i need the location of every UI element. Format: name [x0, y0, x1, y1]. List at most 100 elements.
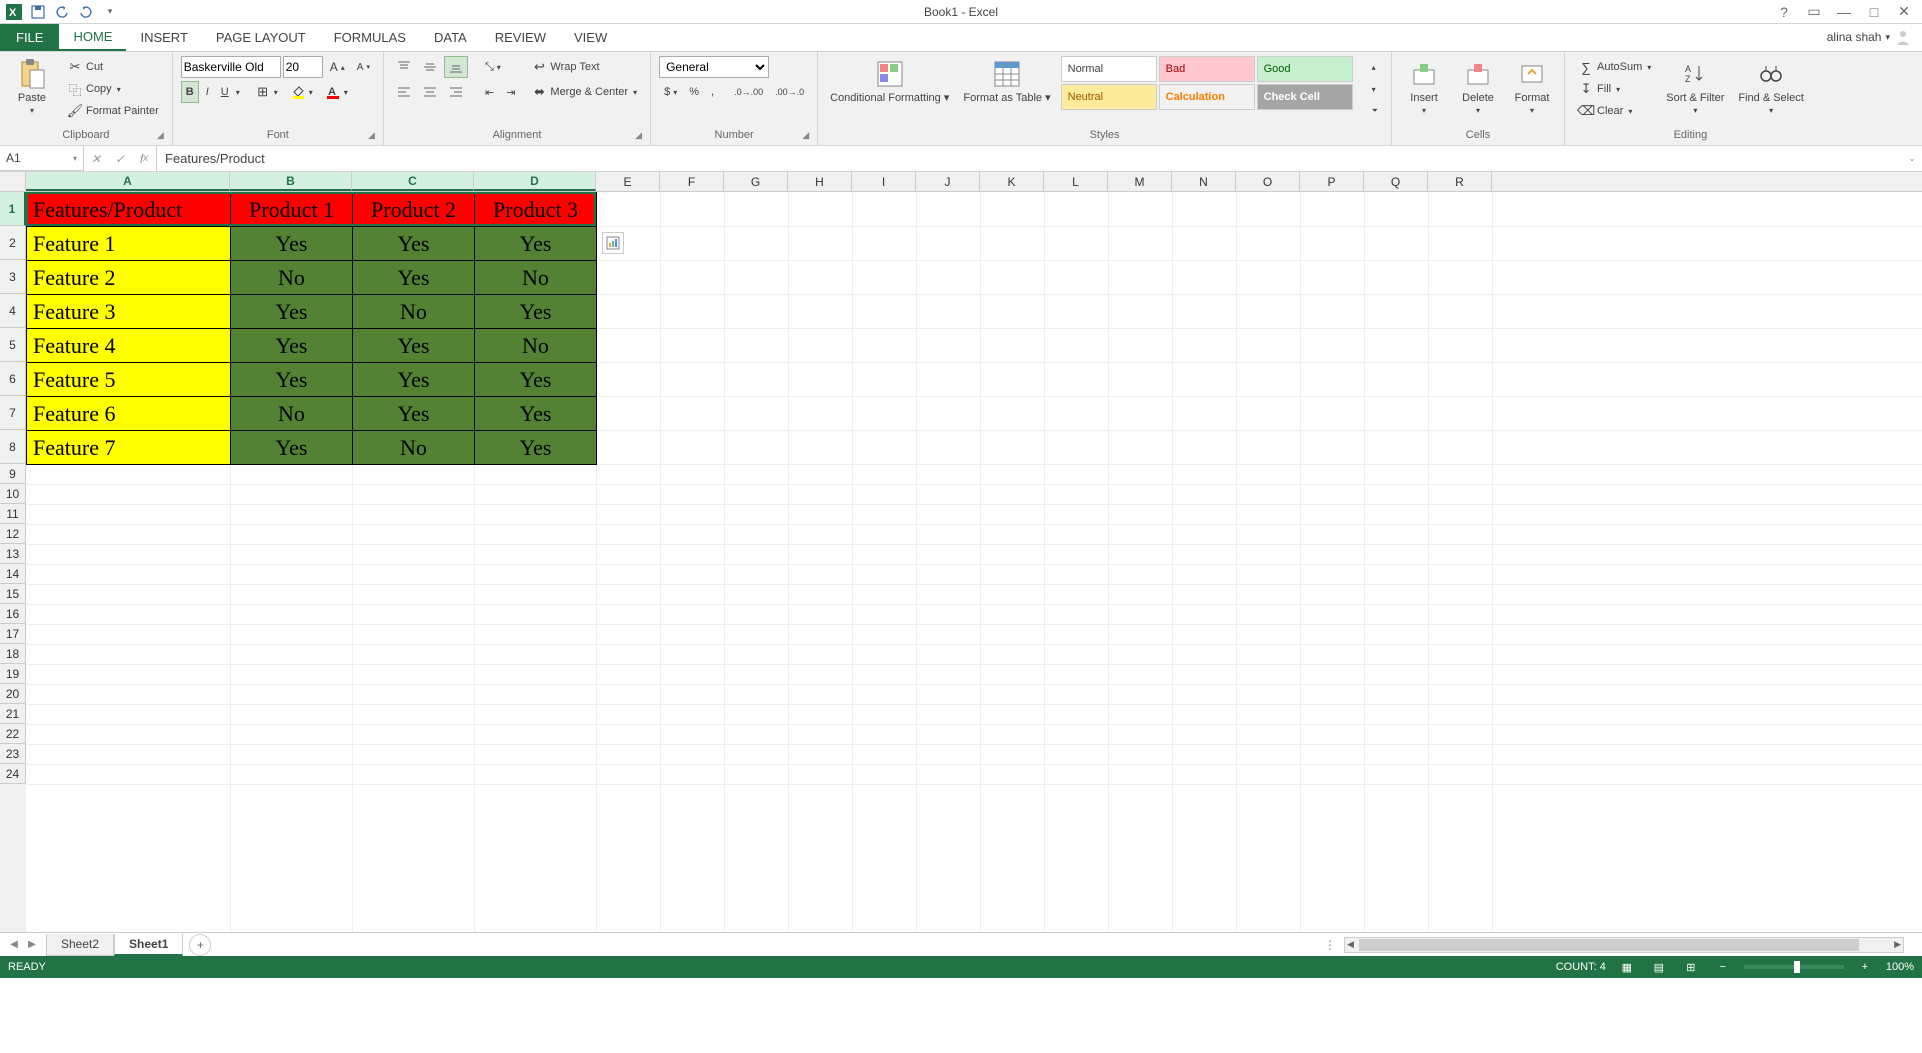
col-header-J[interactable]: J	[916, 172, 980, 191]
number-dialog-launcher[interactable]: ◢	[802, 130, 809, 141]
font-size-input[interactable]	[283, 56, 323, 78]
col-header-K[interactable]: K	[980, 172, 1044, 191]
row-header-20[interactable]: 20	[0, 684, 26, 704]
tab-data[interactable]: DATA	[420, 23, 481, 51]
align-middle-button[interactable]	[418, 56, 442, 78]
autosum-button[interactable]: ∑AutoSum▾	[1573, 56, 1656, 78]
style-check-cell[interactable]: Check Cell	[1257, 84, 1353, 110]
col-header-F[interactable]: F	[660, 172, 724, 191]
insert-function-button[interactable]: fx	[132, 146, 156, 171]
insert-cells-button[interactable]: Insert▾	[1400, 56, 1448, 117]
row-header-21[interactable]: 21	[0, 704, 26, 724]
style-bad[interactable]: Bad	[1159, 56, 1255, 82]
value-cell[interactable]: Yes	[231, 363, 353, 397]
header-cell[interactable]: Product 1	[231, 193, 353, 227]
row-header-23[interactable]: 23	[0, 744, 26, 764]
decrease-font-button[interactable]: A▾	[352, 56, 375, 78]
close-button[interactable]: ✕	[1892, 3, 1916, 21]
alignment-dialog-launcher[interactable]: ◢	[635, 130, 642, 141]
value-cell[interactable]: Yes	[231, 227, 353, 261]
new-sheet-button[interactable]: +	[189, 934, 211, 956]
undo-button[interactable]	[52, 2, 72, 22]
hscroll-thumb[interactable]	[1359, 939, 1859, 951]
help-button[interactable]: ?	[1772, 3, 1796, 21]
row-header-5[interactable]: 5	[0, 328, 26, 362]
feature-cell[interactable]: Feature 1	[27, 227, 231, 261]
value-cell[interactable]: No	[353, 295, 475, 329]
feature-cell[interactable]: Feature 7	[27, 431, 231, 465]
decrease-decimal-button[interactable]: .00→.0	[770, 81, 809, 103]
feature-cell[interactable]: Feature 5	[27, 363, 231, 397]
styles-scroll-down[interactable]: ▾	[1367, 78, 1383, 100]
value-cell[interactable]: Yes	[353, 329, 475, 363]
col-header-O[interactable]: O	[1236, 172, 1300, 191]
tab-view[interactable]: VIEW	[560, 23, 621, 51]
row-header-24[interactable]: 24	[0, 764, 26, 784]
value-cell[interactable]: Yes	[231, 295, 353, 329]
tab-file[interactable]: FILE	[0, 23, 59, 51]
value-cell[interactable]: Yes	[475, 431, 597, 465]
row-header-12[interactable]: 12	[0, 524, 26, 544]
value-cell[interactable]: Yes	[353, 363, 475, 397]
tab-home[interactable]: HOME	[59, 23, 126, 51]
value-cell[interactable]: Yes	[353, 261, 475, 295]
format-as-table-button[interactable]: Format as Table ▾	[959, 56, 1054, 106]
tab-insert[interactable]: INSERT	[126, 23, 201, 51]
feature-cell[interactable]: Feature 3	[27, 295, 231, 329]
row-header-6[interactable]: 6	[0, 362, 26, 396]
feature-cell[interactable]: Feature 2	[27, 261, 231, 295]
col-header-E[interactable]: E	[596, 172, 660, 191]
feature-cell[interactable]: Feature 6	[27, 397, 231, 431]
zoom-in-button[interactable]: +	[1854, 959, 1876, 975]
increase-decimal-button[interactable]: .0→.00	[729, 81, 768, 103]
expand-formula-bar-button[interactable]: ⌄	[1902, 153, 1922, 164]
col-header-P[interactable]: P	[1300, 172, 1364, 191]
tab-pagelayout[interactable]: PAGE LAYOUT	[202, 23, 320, 51]
style-calculation[interactable]: Calculation	[1159, 84, 1255, 110]
align-left-button[interactable]	[392, 81, 416, 103]
tab-review[interactable]: REVIEW	[481, 23, 560, 51]
view-page-break-button[interactable]: ⊞	[1680, 959, 1702, 975]
value-cell[interactable]: No	[475, 261, 597, 295]
col-header-D[interactable]: D	[474, 172, 596, 191]
font-name-input[interactable]	[181, 56, 281, 78]
row-header-11[interactable]: 11	[0, 504, 26, 524]
zoom-out-button[interactable]: −	[1712, 959, 1734, 975]
accounting-format-button[interactable]: $▾	[659, 81, 682, 103]
col-header-H[interactable]: H	[788, 172, 852, 191]
feature-cell[interactable]: Feature 4	[27, 329, 231, 363]
view-page-layout-button[interactable]: ▤	[1648, 959, 1670, 975]
font-dialog-launcher[interactable]: ◢	[368, 130, 375, 141]
row-header-8[interactable]: 8	[0, 430, 26, 464]
clipboard-dialog-launcher[interactable]: ◢	[157, 130, 164, 141]
col-header-M[interactable]: M	[1108, 172, 1172, 191]
col-header-G[interactable]: G	[724, 172, 788, 191]
zoom-slider[interactable]	[1744, 965, 1844, 969]
qat-customize-button[interactable]: ▾	[100, 2, 120, 22]
increase-font-button[interactable]: A▴	[325, 56, 350, 78]
row-header-18[interactable]: 18	[0, 644, 26, 664]
value-cell[interactable]: No	[231, 261, 353, 295]
col-header-B[interactable]: B	[230, 172, 352, 191]
sheet-nav-next[interactable]: ▶	[24, 937, 40, 953]
tab-split-handle[interactable]: ⋮	[1316, 938, 1344, 952]
header-cell[interactable]: Product 3	[475, 193, 597, 227]
value-cell[interactable]: Yes	[475, 363, 597, 397]
wrap-text-button[interactable]: ↩Wrap Text	[526, 56, 642, 78]
style-normal[interactable]: Normal	[1061, 56, 1157, 82]
borders-button[interactable]: ⊞▾	[250, 81, 283, 103]
header-cell[interactable]: Features/Product	[27, 193, 231, 227]
row-header-2[interactable]: 2	[0, 226, 26, 260]
cancel-formula-button[interactable]: ✕	[84, 146, 108, 171]
col-header-A[interactable]: A	[26, 172, 230, 191]
value-cell[interactable]: No	[353, 431, 475, 465]
cell-styles-gallery[interactable]: Normal Bad Good Neutral Calculation Chec…	[1061, 56, 1361, 110]
col-header-C[interactable]: C	[352, 172, 474, 191]
row-header-10[interactable]: 10	[0, 484, 26, 504]
sheet-tab-sheet1[interactable]: Sheet1	[114, 934, 183, 956]
clear-button[interactable]: ⌫Clear▾	[1573, 100, 1656, 122]
select-all-button[interactable]	[0, 172, 26, 191]
formula-input[interactable]: Features/Product	[157, 146, 1902, 171]
fill-button[interactable]: ↧Fill▾	[1573, 78, 1656, 100]
value-cell[interactable]: Yes	[353, 227, 475, 261]
